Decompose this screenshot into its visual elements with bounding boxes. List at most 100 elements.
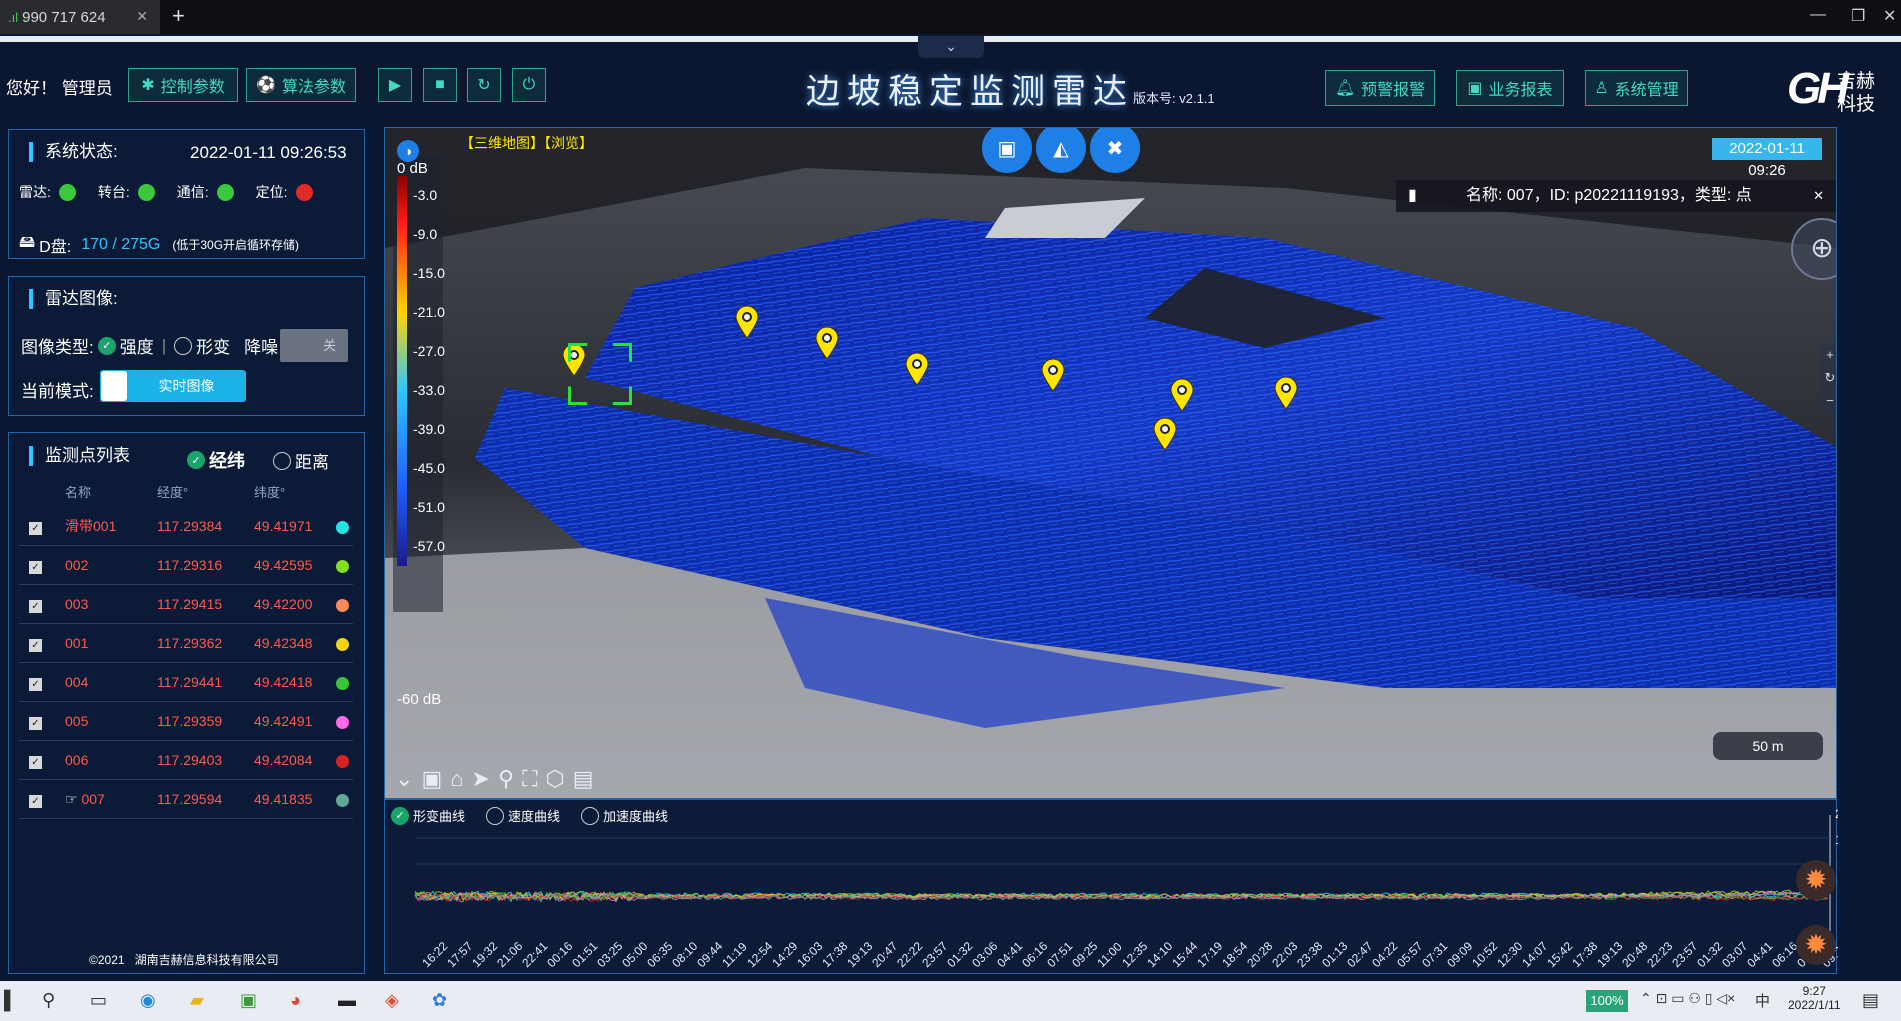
denoise-toggle[interactable]: 关 <box>280 329 348 362</box>
control-params-button[interactable]: ✱ 控制参数 <box>128 68 238 102</box>
distance-radio[interactable] <box>273 451 291 470</box>
table-row[interactable]: ✓ ☞ 007 117.29594 49.41835 <box>19 779 353 819</box>
system-admin-button[interactable]: ♙ 系统管理 <box>1585 70 1688 106</box>
distance-option[interactable]: 距离 <box>273 448 329 473</box>
terminal-icon[interactable]: ▬ <box>338 990 356 1011</box>
windows-start-icon[interactable]: ▌ <box>4 990 17 1011</box>
colorbar-tick: -57.0 <box>413 538 445 554</box>
stop-button[interactable]: ■ <box>423 68 457 102</box>
select-area-icon[interactable]: ⛶ <box>522 766 537 792</box>
intensity-radio[interactable]: ✓ <box>97 336 116 355</box>
deformation-radio[interactable] <box>174 336 193 355</box>
app-icon-orange[interactable]: ◈ <box>385 990 399 1011</box>
x-tick: 10:52 <box>1469 939 1500 970</box>
pin-icon[interactable]: ⚲ <box>498 766 514 792</box>
map-point-marker[interactable] <box>814 326 840 360</box>
table-row[interactable]: ✓ 006 117.29403 49.42084 <box>19 740 353 780</box>
battery-indicator[interactable]: 100% <box>1586 990 1628 1012</box>
alarm-button[interactable]: 🔔︎ 预警报警 <box>1325 70 1435 106</box>
collapse-icon[interactable]: ⌄ <box>395 766 413 792</box>
report-button[interactable]: ▣ 业务报表 <box>1456 70 1564 106</box>
table-row[interactable]: ✓ 滑带001 117.29384 49.41971 <box>19 507 353 546</box>
power-button[interactable]: ⏻ <box>512 68 546 102</box>
table-row[interactable]: ✓ 004 117.29441 49.42418 <box>19 662 353 702</box>
row-checkbox[interactable]: ✓ <box>29 794 42 808</box>
play-icon: ▶ <box>388 77 402 94</box>
app-icon-red[interactable]: ◕ <box>290 990 301 1011</box>
save-icon[interactable]: ▣ <box>421 766 442 792</box>
table-row[interactable]: ✓ 002 117.29316 49.42595 <box>19 545 353 585</box>
cube-icon[interactable]: ⬡ <box>546 766 565 792</box>
refresh-button[interactable]: ↻ <box>467 68 501 102</box>
play-button[interactable]: ▶ <box>378 68 412 102</box>
refresh-icon: ↻ <box>477 77 491 94</box>
map-point-marker[interactable] <box>1040 358 1066 392</box>
close-tab-icon[interactable]: ✕ <box>136 8 148 25</box>
edge-browser-icon[interactable]: ◉ <box>140 990 156 1011</box>
zoom-control[interactable]: + ↻ − <box>1820 343 1836 413</box>
x-tick: 19:13 <box>844 939 875 970</box>
colorbar-tick: -15.0 <box>413 265 445 281</box>
map-point-marker[interactable] <box>904 352 930 386</box>
turntable-status-dot <box>137 183 155 201</box>
x-tick: 09:44 <box>694 939 725 970</box>
close-info-icon[interactable]: ✕ <box>1813 180 1824 212</box>
playback-gear-icon[interactable]: ✹ <box>1796 925 1836 965</box>
table-row[interactable]: ✓ 003 117.29415 49.42200 <box>19 584 353 624</box>
map-point-marker[interactable] <box>1273 376 1299 410</box>
app-icon-green[interactable]: ▣ <box>240 990 257 1011</box>
disk-icon: 🖴︎ <box>19 234 36 251</box>
pointer-icon[interactable]: ➤ <box>472 766 490 792</box>
row-checkbox[interactable]: ✓ <box>29 599 42 613</box>
radar-3d-map[interactable]: 0 dB -3.0 -9.0 -15.0 -21.0 -27.0 -33.0 -39.0 -4… <box>384 127 1837 799</box>
radar-image-title: 雷达图像: <box>29 289 118 309</box>
home-icon[interactable]: ⌂ <box>450 766 463 792</box>
zoom-in-icon[interactable]: + <box>1820 343 1836 366</box>
collapse-header-button[interactable]: ⌄ <box>918 36 984 58</box>
x-tick: 23:57 <box>919 939 950 970</box>
row-checkbox[interactable]: ✓ <box>29 638 42 652</box>
settings-gear-icon[interactable]: ✹ <box>1796 860 1836 900</box>
version-label: 版本号: v2.1.1 <box>1133 91 1215 106</box>
row-checkbox[interactable]: ✓ <box>29 677 42 691</box>
map-point-marker[interactable] <box>1169 378 1195 412</box>
close-window-icon[interactable]: ✕ <box>1883 6 1896 26</box>
restore-icon[interactable]: ❐ <box>1851 6 1865 26</box>
ime-indicator[interactable]: 中 <box>1755 990 1770 1011</box>
reset-view-icon[interactable]: ↻ <box>1820 366 1836 389</box>
new-tab-button[interactable]: + <box>172 3 185 29</box>
table-row[interactable]: ✓ 001 117.29362 49.42348 <box>19 623 353 663</box>
lonlat-option[interactable]: ✓ 经纬 <box>187 447 245 473</box>
map-book-icon[interactable]: ▤ <box>573 766 594 792</box>
x-tick: 05:57 <box>1394 939 1425 970</box>
x-tick: 14:07 <box>1519 939 1550 970</box>
point-name: ☞ 007 <box>57 779 156 819</box>
stop-icon: ■ <box>435 76 445 93</box>
row-checkbox[interactable]: ✓ <box>29 716 42 730</box>
notification-icon[interactable]: ▤ <box>1862 990 1879 1011</box>
zoom-out-icon[interactable]: − <box>1820 389 1836 412</box>
mode-toggle[interactable]: 实时图像 <box>100 370 246 402</box>
lonlat-radio[interactable]: ✓ <box>187 451 205 469</box>
row-checkbox[interactable]: ✓ <box>29 560 42 574</box>
map-point-marker[interactable] <box>1152 417 1178 451</box>
task-view-icon[interactable]: ▭ <box>90 990 107 1011</box>
algorithm-params-button[interactable]: ⚽ 算法参数 <box>246 68 356 102</box>
map-point-marker[interactable] <box>734 305 760 339</box>
search-icon[interactable]: ⚲ <box>42 990 55 1011</box>
clock[interactable]: 9:27 2022/1/11 <box>1788 984 1841 1012</box>
file-explorer-icon[interactable]: ▰ <box>190 990 204 1011</box>
x-tick: 11:19 <box>719 939 750 970</box>
row-checkbox[interactable]: ✓ <box>29 755 42 769</box>
browser-tab-bar <box>0 0 1901 34</box>
signal-icon: .ıl <box>8 9 19 25</box>
contrast-icon[interactable]: ◑ <box>397 140 419 162</box>
tray-icons[interactable]: ⌃ ⊡ ▭ ⚇ ▯ ◁× <box>1640 990 1735 1007</box>
row-checkbox[interactable]: ✓ <box>29 521 42 535</box>
browser-tab[interactable]: .ıl 990 717 624 ✕ <box>0 0 160 34</box>
app-icon-blue[interactable]: ✿ <box>432 990 447 1011</box>
table-row[interactable]: ✓ 005 117.29359 49.42491 <box>19 701 353 741</box>
map-mode-label: 【三维地图】【浏览】 <box>460 135 593 151</box>
point-lat: 49.42200 <box>253 584 335 624</box>
minimize-icon[interactable]: — <box>1810 6 1826 24</box>
